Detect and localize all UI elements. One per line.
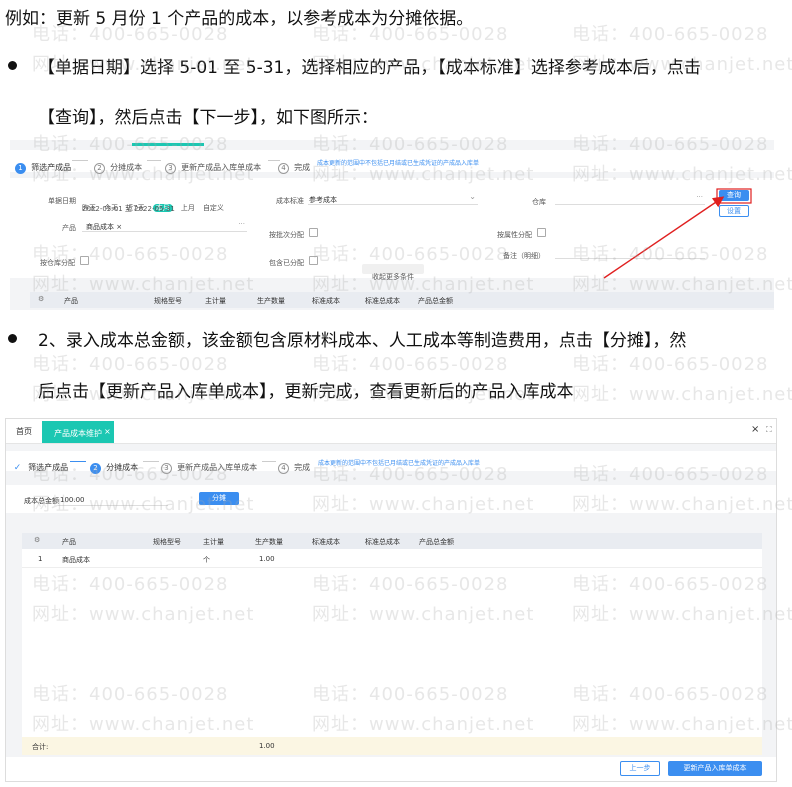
red-arrow-annotation [603,188,752,279]
